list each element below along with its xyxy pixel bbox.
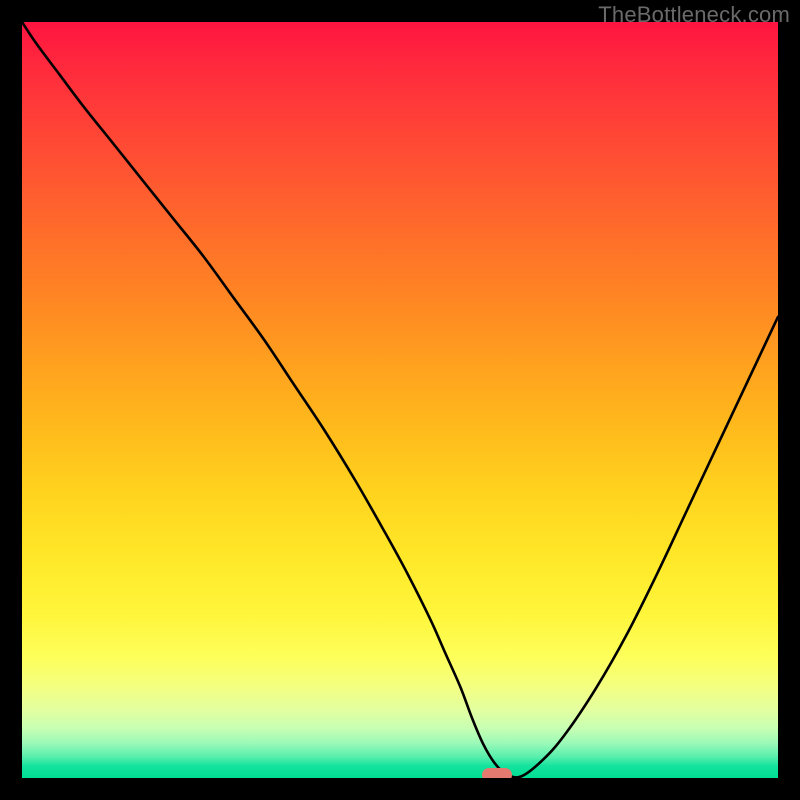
optimal-marker — [482, 768, 512, 778]
watermark-text: TheBottleneck.com — [598, 2, 790, 28]
chart-frame: TheBottleneck.com — [0, 0, 800, 800]
plot-area — [22, 22, 778, 778]
bottleneck-curve — [22, 22, 778, 778]
